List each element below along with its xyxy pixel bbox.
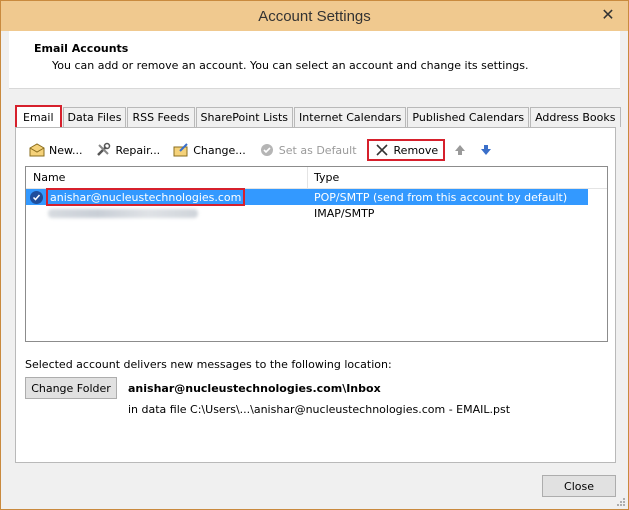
- set-as-default-button[interactable]: Set as Default: [256, 139, 360, 161]
- account-settings-window: Account Settings ✕ Email Accounts You ca…: [0, 0, 629, 510]
- tab-data-files[interactable]: Data Files: [62, 107, 127, 127]
- delivery-label: Selected account delivers new messages t…: [25, 358, 392, 371]
- change-folder-button[interactable]: Change Folder: [25, 377, 117, 399]
- tab-email[interactable]: Email: [15, 105, 62, 127]
- remove-label: Remove: [393, 143, 439, 157]
- checkmark-circle-icon: [259, 142, 275, 158]
- resize-grip-icon[interactable]: [616, 497, 626, 507]
- new-account-label: New...: [49, 143, 83, 157]
- header-panel: Email Accounts You can add or remove an …: [9, 31, 620, 89]
- repair-label: Repair...: [115, 143, 161, 157]
- tools-icon: [95, 142, 111, 158]
- email-tab-panel: New... Repair... Change... Set as Defaul…: [15, 127, 616, 463]
- change-account-icon: [173, 142, 189, 158]
- window-title: Account Settings: [258, 7, 371, 25]
- change-label: Change...: [193, 143, 246, 157]
- tab-strip: Email Data Files RSS Feeds SharePoint Li…: [15, 105, 622, 127]
- column-header-name[interactable]: Name: [26, 167, 308, 188]
- account-row[interactable]: IMAP/SMTP: [26, 205, 607, 221]
- account-name-cell: anishar@nucleustechnologies.com: [26, 188, 308, 206]
- title-bar[interactable]: Account Settings ✕: [1, 1, 628, 31]
- tab-rss-feeds[interactable]: RSS Feeds: [127, 107, 195, 127]
- tab-internet-calendars[interactable]: Internet Calendars: [294, 107, 407, 127]
- account-email: anishar@nucleustechnologies.com: [46, 188, 246, 206]
- redacted-account-email: [48, 208, 198, 218]
- account-name-cell: [26, 205, 308, 221]
- new-account-icon: [29, 142, 45, 158]
- account-type: IMAP/SMTP: [314, 206, 375, 220]
- tab-sharepoint-lists[interactable]: SharePoint Lists: [195, 107, 294, 127]
- account-type: POP/SMTP (send from this account by defa…: [308, 189, 588, 205]
- section-title: Email Accounts: [34, 42, 129, 55]
- remove-button[interactable]: Remove: [366, 139, 446, 161]
- new-account-button[interactable]: New...: [26, 139, 85, 161]
- remove-x-icon: [374, 142, 390, 158]
- close-button[interactable]: Close: [542, 475, 616, 497]
- section-description: You can add or remove an account. You ca…: [52, 59, 529, 72]
- list-header: Name Type: [26, 167, 607, 189]
- repair-button[interactable]: Repair...: [92, 139, 163, 161]
- delivery-inbox-path: anishar@nucleustechnologies.com\Inbox: [128, 382, 381, 395]
- window-close-icon[interactable]: ✕: [594, 3, 622, 25]
- tab-address-books[interactable]: Address Books: [530, 107, 621, 127]
- column-header-type[interactable]: Type: [308, 167, 607, 188]
- delivery-data-file: in data file C:\Users\...\anishar@nucleu…: [128, 403, 511, 416]
- account-toolbar: New... Repair... Change... Set as Defaul…: [26, 138, 504, 162]
- account-row[interactable]: anishar@nucleustechnologies.com POP/SMTP…: [26, 188, 607, 206]
- move-down-icon[interactable]: [478, 142, 494, 158]
- accounts-list[interactable]: Name Type anishar@nucleustechnologies.co…: [25, 166, 608, 342]
- move-up-icon[interactable]: [452, 142, 468, 158]
- set-as-default-label: Set as Default: [278, 143, 357, 157]
- change-button[interactable]: Change...: [170, 139, 249, 161]
- tab-published-calendars[interactable]: Published Calendars: [407, 107, 530, 127]
- default-account-check-icon: [30, 190, 43, 204]
